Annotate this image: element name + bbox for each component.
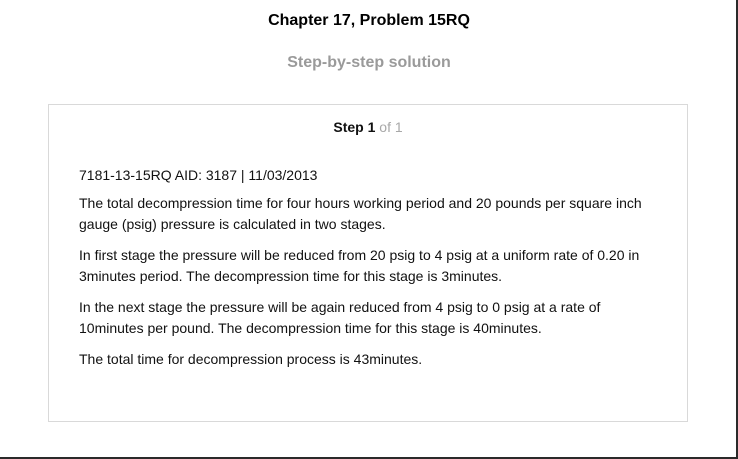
paragraph: In the next stage the pressure will be a… [79,299,601,336]
paragraph: In first stage the pressure will be redu… [79,247,640,284]
step-meta: 7181-13-15RQ AID: 3187 | 11/03/2013 [79,167,318,183]
step-body: 7181-13-15RQ AID: 3187 | 11/03/2013 The … [79,165,659,380]
step-header: Step 1 of 1 [49,119,687,135]
step-label-text: Step [333,119,364,135]
step-label: Step 1 [333,119,375,135]
solution-subtitle: Step-by-step solution [287,54,451,71]
chapter-title: Chapter 17, Problem 15RQ [268,12,470,29]
step-total: of 1 [379,119,403,135]
paragraph: The total decompression time for four ho… [79,195,642,232]
step-number: 1 [367,119,376,135]
paragraph: The total time for decompression process… [79,351,423,367]
solution-card: Step 1 of 1 7181-13-15RQ AID: 3187 | 11/… [48,104,688,422]
